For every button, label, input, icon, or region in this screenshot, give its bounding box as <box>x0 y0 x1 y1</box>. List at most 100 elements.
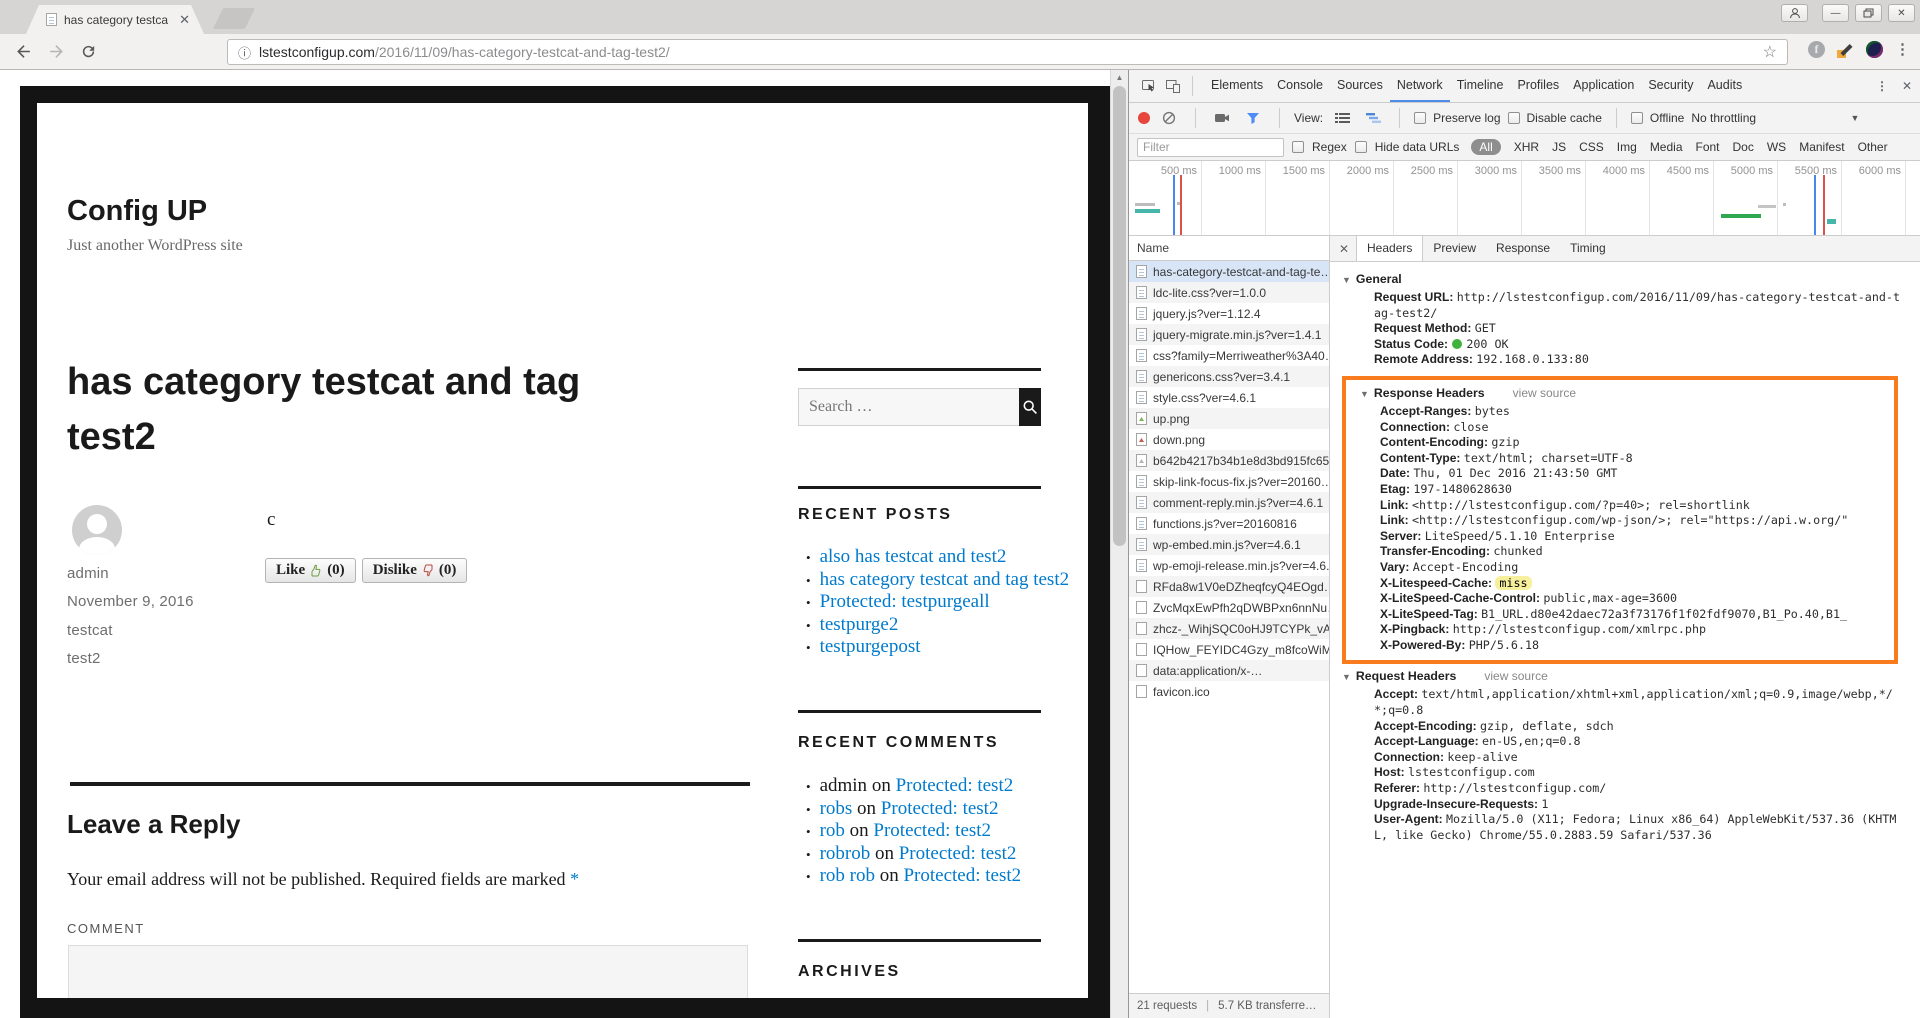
devtools-tab-timeline[interactable]: Timeline <box>1450 70 1511 102</box>
commented-post-link[interactable]: Protected: test2 <box>899 843 1017 864</box>
device-toolbar-icon[interactable] <box>1161 74 1185 98</box>
network-request-row[interactable]: genericons.css?ver=3.4.1 <box>1129 366 1329 387</box>
filter-type-css[interactable]: CSS <box>1579 140 1604 154</box>
dislike-button[interactable]: Dislike (0) <box>362 558 468 583</box>
site-title[interactable]: Config UP <box>67 195 207 228</box>
clear-icon[interactable] <box>1157 106 1181 130</box>
record-icon[interactable] <box>1138 112 1150 124</box>
commented-post-link[interactable]: Protected: test2 <box>903 865 1021 886</box>
network-filter-input[interactable] <box>1137 138 1284 157</box>
filter-type-ws[interactable]: WS <box>1767 140 1786 154</box>
forward-button[interactable] <box>47 42 66 61</box>
screenshot-camera-icon[interactable] <box>1210 106 1234 130</box>
response-headers-section-header[interactable]: ▼ Response Headers view source <box>1360 386 1894 400</box>
bookmark-star-icon[interactable]: ☆ <box>1763 42 1777 62</box>
network-request-row[interactable]: comment-reply.min.js?ver=4.6.1 <box>1129 492 1329 513</box>
url-bar[interactable]: ⓘ lstestconfigup.com/2016/11/09/has-cate… <box>227 39 1788 65</box>
network-request-row[interactable]: IQHow_FEYIDC4Gzy_m8fcoWiM… <box>1129 639 1329 660</box>
network-overview-timeline[interactable]: 500 ms1000 ms1500 ms2000 ms2500 ms3000 m… <box>1129 161 1920 236</box>
comment-author-link[interactable]: rob <box>820 820 845 841</box>
scrollbar-thumb[interactable] <box>1113 86 1126 546</box>
maximize-button[interactable] <box>1855 4 1882 22</box>
post-category[interactable]: testcat <box>67 622 113 639</box>
network-request-row[interactable]: down.png <box>1129 429 1329 450</box>
network-request-row[interactable]: wp-embed.min.js?ver=4.6.1 <box>1129 534 1329 555</box>
comment-textarea[interactable] <box>68 945 748 998</box>
detail-tab-timing[interactable]: Timing <box>1560 236 1616 261</box>
comment-author-link[interactable]: rob rob <box>820 865 875 886</box>
preserve-log-checkbox[interactable] <box>1414 112 1426 124</box>
network-request-row[interactable]: jquery-migrate.min.js?ver=1.4.1 <box>1129 324 1329 345</box>
detail-tab-headers[interactable]: Headers <box>1356 236 1423 261</box>
view-source-link[interactable]: view source <box>1484 669 1547 683</box>
network-request-row[interactable]: favicon.ico <box>1129 681 1329 702</box>
network-request-row[interactable]: functions.js?ver=20160816 <box>1129 513 1329 534</box>
comment-author-link[interactable]: robrob <box>820 843 871 864</box>
network-request-row[interactable]: b642b4217b34b1e8d3bd915fc65… <box>1129 450 1329 471</box>
browser-tab[interactable]: has category testca ✕ <box>26 5 204 34</box>
close-detail-icon[interactable]: ✕ <box>1332 236 1356 261</box>
recent-post-link[interactable]: testpurge2 <box>820 614 899 635</box>
post-date[interactable]: November 9, 2016 <box>67 593 194 610</box>
filter-type-font[interactable]: Font <box>1696 140 1720 154</box>
network-request-row[interactable]: zhcz-_WihjSQC0oHJ9TCYPk_vA… <box>1129 618 1329 639</box>
throttling-select[interactable]: No throttling ▼ <box>1691 111 1859 125</box>
commented-post-link[interactable]: Protected: test2 <box>881 798 999 819</box>
like-button[interactable]: Like (0) <box>265 558 356 583</box>
filter-funnel-icon[interactable] <box>1241 106 1265 130</box>
filter-type-all[interactable]: All <box>1471 139 1500 155</box>
filter-type-doc[interactable]: Doc <box>1733 140 1754 154</box>
detail-tab-preview[interactable]: Preview <box>1423 236 1486 261</box>
filter-type-manifest[interactable]: Manifest <box>1799 140 1844 154</box>
devtools-close-icon[interactable]: ✕ <box>1902 79 1912 93</box>
eyedropper-extension-icon[interactable] <box>1837 41 1854 58</box>
reload-button[interactable] <box>80 43 97 60</box>
filter-type-media[interactable]: Media <box>1650 140 1683 154</box>
view-source-link[interactable]: view source <box>1513 386 1576 400</box>
comment-author-link[interactable]: robs <box>820 798 853 819</box>
devtools-tab-console[interactable]: Console <box>1270 70 1330 102</box>
recent-post-link[interactable]: also has testcat and test2 <box>820 546 1007 567</box>
post-tag[interactable]: test2 <box>67 650 101 667</box>
search-button[interactable] <box>1019 388 1041 426</box>
regex-checkbox[interactable] <box>1292 141 1304 153</box>
recent-post-link[interactable]: has category testcat and tag test2 <box>820 569 1070 590</box>
filter-type-xhr[interactable]: XHR <box>1514 140 1539 154</box>
devtools-tab-audits[interactable]: Audits <box>1700 70 1749 102</box>
network-request-row[interactable]: ldc-lite.css?ver=1.0.0 <box>1129 282 1329 303</box>
disable-cache-checkbox[interactable] <box>1508 112 1520 124</box>
devtools-tab-elements[interactable]: Elements <box>1204 70 1270 102</box>
hide-data-urls-checkbox[interactable] <box>1355 141 1367 153</box>
extension-f-icon[interactable]: f <box>1808 41 1825 58</box>
minimize-button[interactable]: — <box>1822 4 1849 22</box>
offline-checkbox[interactable] <box>1631 112 1643 124</box>
devtools-tab-application[interactable]: Application <box>1566 70 1641 102</box>
network-request-row[interactable]: wp-emoji-release.min.js?ver=4.6.1 <box>1129 555 1329 576</box>
network-request-row[interactable]: data:application/x-… <box>1129 660 1329 681</box>
filter-type-img[interactable]: Img <box>1617 140 1637 154</box>
profile-button[interactable] <box>1781 4 1808 22</box>
general-section-header[interactable]: ▼ General <box>1342 272 1920 286</box>
filter-type-js[interactable]: JS <box>1552 140 1566 154</box>
filter-type-other[interactable]: Other <box>1858 140 1888 154</box>
browser-menu-icon[interactable]: ⋮ <box>1895 40 1910 58</box>
detail-tab-response[interactable]: Response <box>1486 236 1560 261</box>
inspect-element-icon[interactable] <box>1137 74 1161 98</box>
page-info-icon[interactable]: ⓘ <box>238 43 251 62</box>
network-request-row[interactable]: RFda8w1V0eDZheqfcyQ4EOgd… <box>1129 576 1329 597</box>
devtools-menu-icon[interactable]: ⋮ <box>1876 79 1888 93</box>
network-request-row[interactable]: skip-link-focus-fix.js?ver=20160… <box>1129 471 1329 492</box>
scroll-up-arrow-icon[interactable]: ▲ <box>1111 70 1128 85</box>
devtools-tab-security[interactable]: Security <box>1641 70 1700 102</box>
network-request-row[interactable]: has-category-testcat-and-tag-te… <box>1129 261 1329 282</box>
back-button[interactable] <box>14 42 33 61</box>
network-request-row[interactable]: style.css?ver=4.6.1 <box>1129 387 1329 408</box>
network-request-row[interactable]: jquery.js?ver=1.12.4 <box>1129 303 1329 324</box>
name-column-header[interactable]: Name <box>1129 236 1329 261</box>
devtools-tab-sources[interactable]: Sources <box>1330 70 1390 102</box>
request-headers-section-header[interactable]: ▼ Request Headers view source <box>1342 669 1920 683</box>
commented-post-link[interactable]: Protected: test2 <box>896 775 1014 796</box>
network-request-row[interactable]: ZvcMqxEwPfh2qDWBPxn6nnNu… <box>1129 597 1329 618</box>
commented-post-link[interactable]: Protected: test2 <box>873 820 991 841</box>
close-window-button[interactable]: ✕ <box>1888 4 1915 22</box>
